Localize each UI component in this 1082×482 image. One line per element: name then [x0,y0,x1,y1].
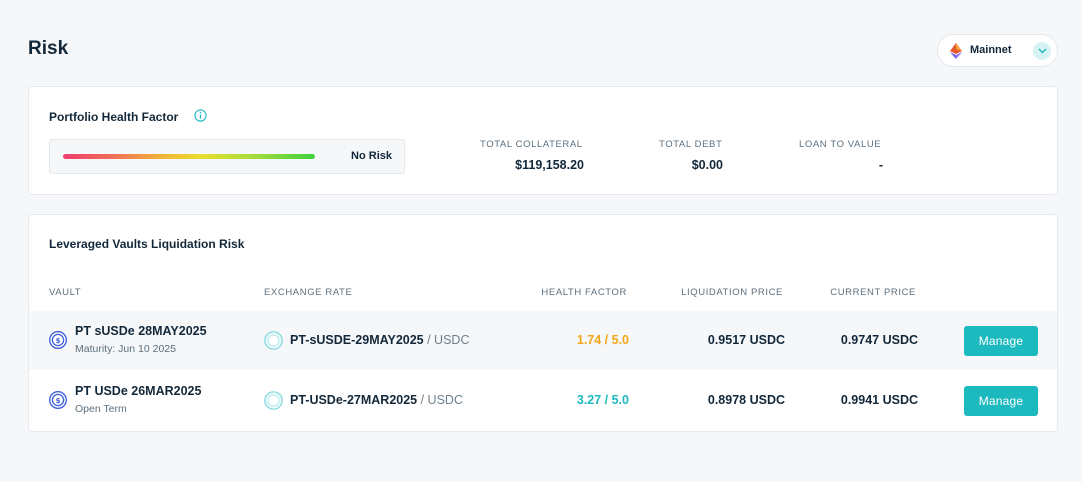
network-label: Mainnet [970,44,1012,56]
exchange-rate-token: PT-USDe-27MAR2025 [290,393,418,407]
portfolio-health-title: Portfolio Health Factor [49,110,179,124]
column-header-exchange-rate: EXCHANGE RATE [264,287,353,298]
exchange-rate-quote: / USDC [417,393,463,407]
page-title: Risk [28,38,69,59]
svg-text:$: $ [56,337,61,345]
vault-token-icon: $ [49,391,67,409]
vaults-risk-title: Leveraged Vaults Liquidation Risk [49,237,245,251]
risk-label: No Risk [351,150,392,162]
vault-maturity: Open Term [75,403,127,415]
vault-token-icon: $ [49,331,67,349]
health-factor-value: 3.27 / 5.0 [576,393,629,407]
exchange-rate: PT-USDe-27MAR2025 / USDC [290,393,463,407]
manage-button[interactable]: Manage [964,326,1038,356]
table-row: $ PT USDe 26MAR2025 Open Term PT-USDe-27… [29,371,1057,430]
liquidation-price-value: 0.9517 USDC [707,333,785,347]
risk-gradient-bar [63,154,315,159]
exchange-rate: PT-sUSDE-29MAY2025 / USDC [290,333,469,347]
manage-button[interactable]: Manage [964,386,1038,416]
liquidation-price-value: 0.8978 USDC [707,393,785,407]
risk-meter: No Risk [49,139,405,174]
column-header-vault: VAULT [49,287,82,298]
info-icon[interactable] [194,109,207,122]
vaults-risk-card: Leveraged Vaults Liquidation Risk VAULT … [28,214,1058,432]
chevron-down-icon[interactable] [1033,42,1051,60]
table-row: $ PT sUSDe 28MAY2025 Maturity: Jun 10 20… [29,311,1057,370]
column-header-health-factor: HEALTH FACTOR [541,287,627,298]
column-header-liquidation-price: LIQUIDATION PRICE [681,287,783,298]
pt-token-icon [264,391,283,410]
vault-name: PT USDe 26MAR2025 [75,384,202,398]
current-price-value: 0.9941 USDC [840,393,918,407]
current-price-value: 0.9747 USDC [840,333,918,347]
ethereum-icon [950,43,962,59]
svg-text:$: $ [56,397,61,405]
loan-to-value-value: - [878,158,883,172]
total-debt-label: TOTAL DEBT [659,139,723,150]
loan-to-value-label: LOAN TO VALUE [799,139,882,150]
vault-name: PT sUSDe 28MAY2025 [75,324,207,338]
vault-maturity: Maturity: Jun 10 2025 [75,343,176,355]
portfolio-health-card: Portfolio Health Factor No Risk TOTAL CO… [28,86,1058,195]
exchange-rate-token: PT-sUSDE-29MAY2025 [290,333,424,347]
total-collateral-label: TOTAL COLLATERAL [480,139,583,150]
network-select[interactable]: Mainnet [937,34,1058,67]
health-factor-value: 1.74 / 5.0 [576,333,629,347]
exchange-rate-quote: / USDC [423,333,470,347]
total-collateral-value: $119,158.20 [515,158,584,172]
total-debt-value: $0.00 [691,158,723,172]
pt-token-icon [264,331,283,350]
column-header-current-price: CURRENT PRICE [830,287,916,298]
